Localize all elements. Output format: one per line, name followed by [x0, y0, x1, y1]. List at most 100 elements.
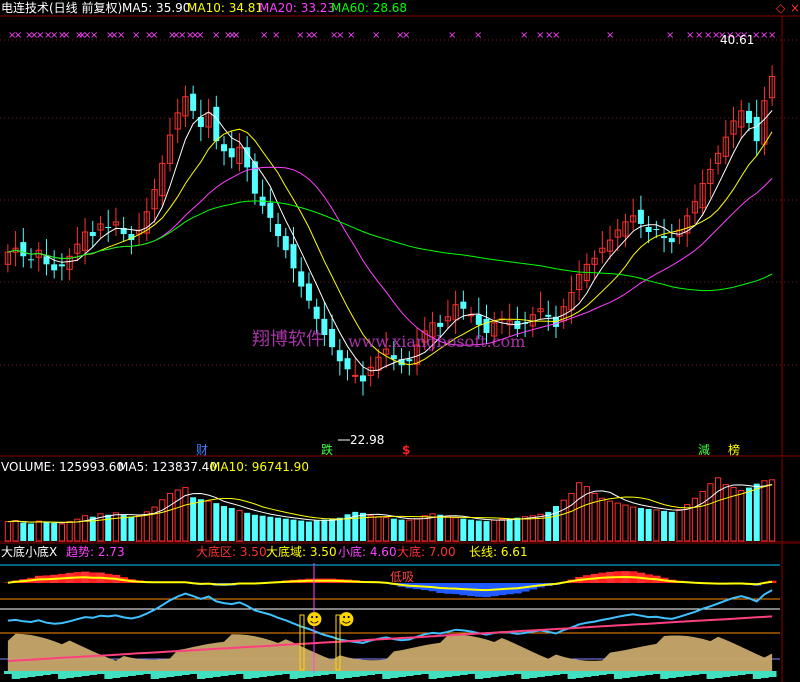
marker-x-icon: × [272, 30, 280, 41]
bottom-bar [675, 671, 684, 677]
volume-bar [506, 518, 513, 541]
volume-bar [58, 523, 65, 542]
bottom-bar [644, 671, 653, 675]
indicator-big-bottom-zone: 大底区: 3.50 [196, 545, 267, 559]
volume-bar [128, 516, 135, 541]
diamond-icon[interactable]: ◇ [776, 1, 785, 15]
volume-bar [282, 518, 289, 541]
bottom-bar [104, 671, 113, 679]
bottom-bar [505, 671, 515, 675]
volume-bar [475, 520, 482, 541]
candle-body [359, 375, 366, 382]
price-panel[interactable]: × × × × × × × × × × × × × × × × × × × × × × × × × × × × × × × × × × × × × × × ×… [0, 0, 800, 457]
ma5-label: MA5: 35.90 [122, 1, 191, 15]
marker-x-icon: × [336, 30, 344, 41]
volume-bar [576, 482, 583, 542]
volume-ma5-label: MA5: 123837.40 [118, 460, 217, 474]
marker-x-icon: × [536, 30, 544, 41]
bottom-bar [58, 671, 67, 679]
volume-bar [236, 509, 243, 542]
marker-x-icon: × [768, 30, 776, 41]
low-price-label: 22.98 [350, 433, 385, 447]
bottom-bar [220, 671, 229, 676]
marker-x-icon: × [150, 30, 158, 41]
bottom-bar [428, 671, 437, 679]
candle-body [221, 144, 228, 152]
candle-body [753, 116, 760, 142]
indicator-panel[interactable] [0, 543, 800, 682]
bottom-bar [413, 671, 422, 675]
price-chart: ×× ××× ×× ×× ×××× ××× × ×× ××× ××× × ××× × × × ×× ×× × × ××… [0, 15, 800, 457]
marker-x-icon: × [474, 30, 482, 41]
bottom-bar [34, 671, 44, 676]
volume-bar [468, 519, 475, 541]
marker-x-icon: × [552, 30, 560, 41]
watermark-url: www.xiangbosoft.com [348, 332, 526, 351]
volume-bar [614, 502, 621, 542]
volume-bar [653, 509, 660, 542]
volume-bar [367, 515, 374, 542]
marker-x-icon: × [14, 30, 22, 41]
marker-x-icon: × [666, 30, 674, 41]
bottom-bar [768, 671, 777, 677]
bottom-bar [590, 671, 599, 676]
bottom-bar [760, 671, 769, 678]
volume-bar [336, 517, 343, 541]
candle-body [637, 209, 644, 224]
volume-bar [452, 517, 459, 542]
bottom-bar [73, 671, 82, 677]
bottom-bar [559, 671, 569, 674]
bottom-bar [737, 671, 746, 675]
bottom-bar [366, 671, 376, 675]
event-tag-dollar[interactable]: $ [402, 443, 410, 457]
event-tag-jian[interactable]: 減 [698, 443, 710, 457]
marker-x-icon: × [448, 30, 456, 41]
event-tag-cai[interactable]: 财 [196, 443, 208, 457]
bottom-bar [119, 671, 129, 677]
marker-x-icon: × [372, 30, 380, 41]
bottom-bar [390, 671, 399, 678]
volume-bar [514, 517, 521, 541]
volume-bar [699, 490, 706, 542]
bottom-bar [575, 671, 584, 678]
event-tag-die[interactable]: 跌 [321, 443, 333, 457]
volume-bar [321, 519, 328, 541]
ma10-label: MA10: 34.81 [187, 1, 264, 15]
bottom-bar [490, 671, 499, 677]
candle-body [645, 226, 652, 233]
bottom-bar [652, 671, 661, 674]
bottom-bar [359, 671, 368, 676]
marker-x-icon: × [310, 30, 318, 41]
bottom-bar [189, 671, 198, 674]
volume-bar [591, 492, 598, 542]
bottom-bar [343, 671, 352, 678]
bottom-bar [65, 671, 74, 678]
candle-body [20, 242, 27, 257]
volume-bar [43, 522, 50, 541]
bottom-bar [374, 671, 383, 674]
indicator-big-bottom: 大底: 7.00 [397, 545, 456, 559]
bottom-bar [405, 671, 414, 676]
volume-bar [221, 506, 228, 541]
ma60-label: MA60: 28.68 [331, 1, 408, 15]
volume-bar [622, 504, 629, 542]
event-tag-bang[interactable]: 榜 [728, 443, 740, 457]
candle-body [661, 236, 668, 239]
close-icon[interactable]: × [790, 1, 800, 15]
volume-bar [406, 519, 413, 542]
bottom-bar [266, 671, 275, 676]
candle-body [352, 374, 359, 377]
volume-bar [738, 489, 745, 542]
volume-bar [166, 492, 174, 542]
bottom-bar [691, 671, 700, 675]
volume-bar [81, 515, 89, 542]
marker-x-icon: × [196, 30, 204, 41]
bottom-bar [467, 671, 476, 674]
volume-bar [568, 492, 575, 542]
candle-body [483, 318, 490, 333]
volume-bar [599, 497, 606, 542]
bottom-bar [135, 671, 144, 675]
indicator-small-bottom: 小底: 4.60 [338, 545, 397, 559]
volume-bar [290, 519, 297, 541]
bottom-bar [142, 671, 152, 674]
